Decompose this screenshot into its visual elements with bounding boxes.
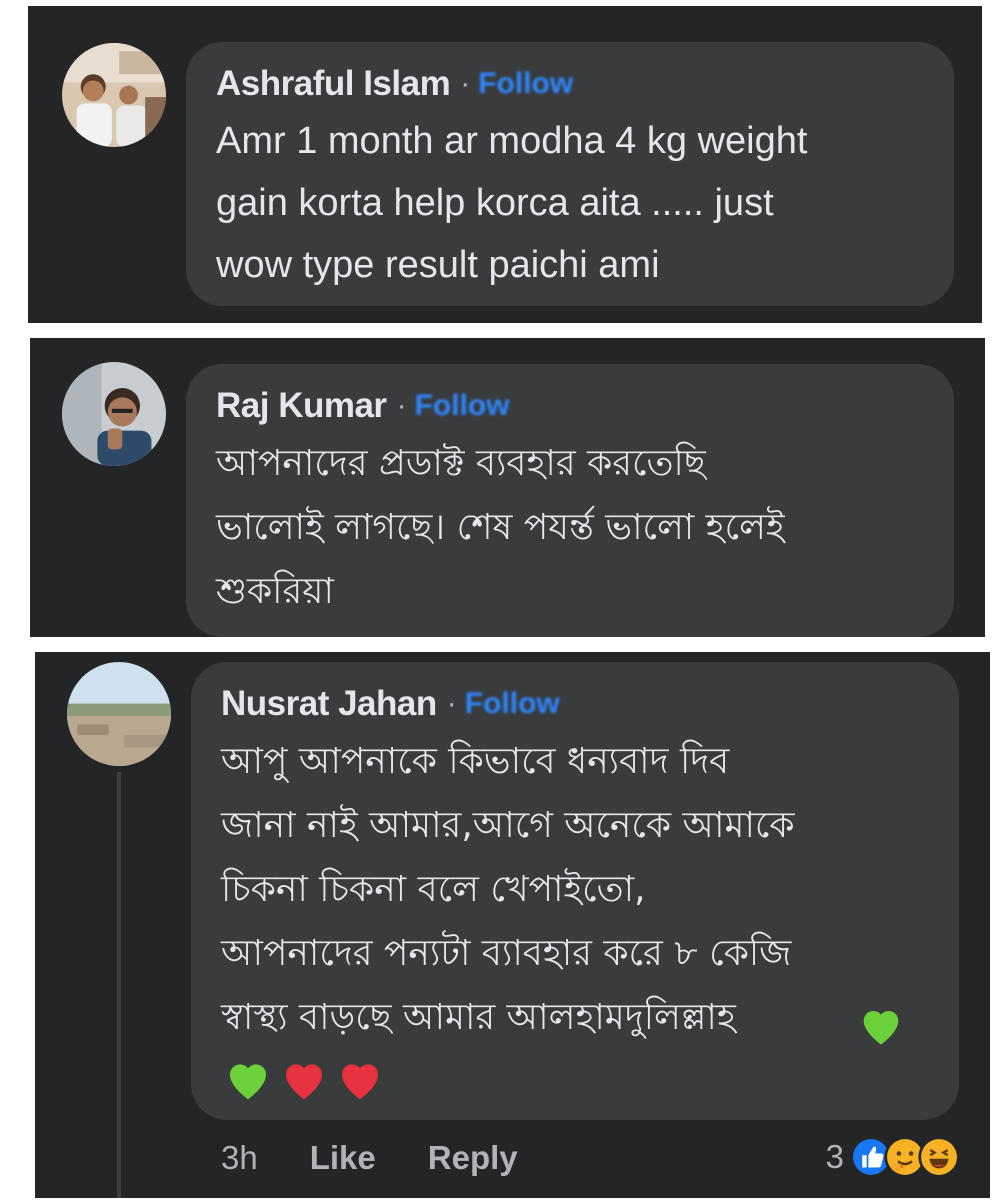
- avatar[interactable]: [67, 662, 171, 766]
- comment-text-line: শুকরিয়া: [216, 571, 334, 612]
- comment-text-line: চিকনা চিকনা বলে খেপাইতো,: [221, 869, 646, 910]
- reply-button[interactable]: Reply: [428, 1139, 518, 1177]
- red-heart-icon: [286, 1064, 322, 1100]
- follow-button[interactable]: Follow: [478, 67, 573, 101]
- avatar-photo-icon: [67, 662, 171, 766]
- comment-actions: 3h Like Reply: [221, 1139, 518, 1177]
- comment-bubble: Nusrat Jahan · Follow আপু আপনাকে কিভাবে …: [191, 662, 959, 1120]
- comment-text: Amr 1 month ar modha 4 kg weight gain kor…: [216, 110, 924, 296]
- green-heart-icon: [863, 1010, 899, 1045]
- follow-button[interactable]: Follow: [465, 687, 560, 721]
- separator-dot: ·: [460, 67, 471, 100]
- emoji-row: [221, 1052, 929, 1108]
- haha-reaction-icon: [918, 1136, 960, 1178]
- comment-text-line: wow type result paichi ami: [216, 244, 660, 286]
- comment-header: Raj Kumar · Follow: [216, 386, 924, 426]
- comment-card: Raj Kumar · Follow আপনাদের প্রডাক্ট ব্যব…: [30, 338, 985, 637]
- comment-header: Nusrat Jahan · Follow: [221, 684, 929, 724]
- thread-line: [117, 772, 121, 1198]
- comment-card: Ashraful Islam · Follow Amr 1 month ar m…: [28, 6, 982, 323]
- comment-bubble: Ashraful Islam · Follow Amr 1 month ar m…: [186, 42, 954, 306]
- avatar-photo-icon: [62, 362, 166, 466]
- avatar[interactable]: [62, 43, 166, 147]
- separator-dot: ·: [396, 389, 407, 422]
- comment-text-line: স্বাস্থ্য বাড়ছে আমার আলহামদুলিল্লাহ: [221, 997, 736, 1038]
- comment-bubble: Raj Kumar · Follow আপনাদের প্রডাক্ট ব্যব…: [186, 364, 954, 637]
- comment-text-line: আপনাদের প্রডাক্ট ব্যবহার করতেছি: [216, 443, 706, 484]
- reaction-count: 3: [825, 1138, 844, 1175]
- avatar[interactable]: [62, 362, 166, 466]
- comment-text-line: জানা নাই আমার,আগে অনেকে আমাকে: [221, 805, 795, 846]
- comment-text-line: আপনাদের পন্যটা ব্যাবহার করে ৮ কেজি: [221, 933, 792, 974]
- author-name[interactable]: Ashraful Islam: [216, 64, 451, 104]
- reaction-summary[interactable]: 3: [826, 1136, 960, 1178]
- comment-text-line: gain korta help korca aita ..... just: [216, 182, 774, 224]
- comment-text-line: ভালোই লাগছে। শেষ পযর্ন্ত ভালো হলেই: [216, 507, 785, 548]
- timestamp[interactable]: 3h: [221, 1139, 258, 1177]
- comment-card: Nusrat Jahan · Follow আপু আপনাকে কিভাবে …: [35, 652, 990, 1198]
- comment-text: আপু আপনাকে কিভাবে ধন্যবাদ দিব জানা নাই আম…: [221, 730, 929, 1050]
- comment-header: Ashraful Islam · Follow: [216, 64, 924, 104]
- author-name[interactable]: Raj Kumar: [216, 386, 387, 426]
- comment-text: আপনাদের প্রডাক্ট ব্যবহার করতেছি ভালোই লাগ…: [216, 432, 924, 624]
- avatar-photo-icon: [62, 43, 166, 147]
- separator-dot: ·: [446, 687, 457, 720]
- red-heart-icon: [342, 1064, 378, 1100]
- comment-text-line: Amr 1 month ar modha 4 kg weight: [216, 120, 808, 162]
- comment-text-line: আপু আপনাকে কিভাবে ধন্যবাদ দিব: [221, 741, 730, 782]
- follow-button[interactable]: Follow: [415, 389, 510, 423]
- like-button[interactable]: Like: [310, 1139, 376, 1177]
- green-heart-icon: [230, 1064, 266, 1100]
- author-name[interactable]: Nusrat Jahan: [221, 684, 437, 724]
